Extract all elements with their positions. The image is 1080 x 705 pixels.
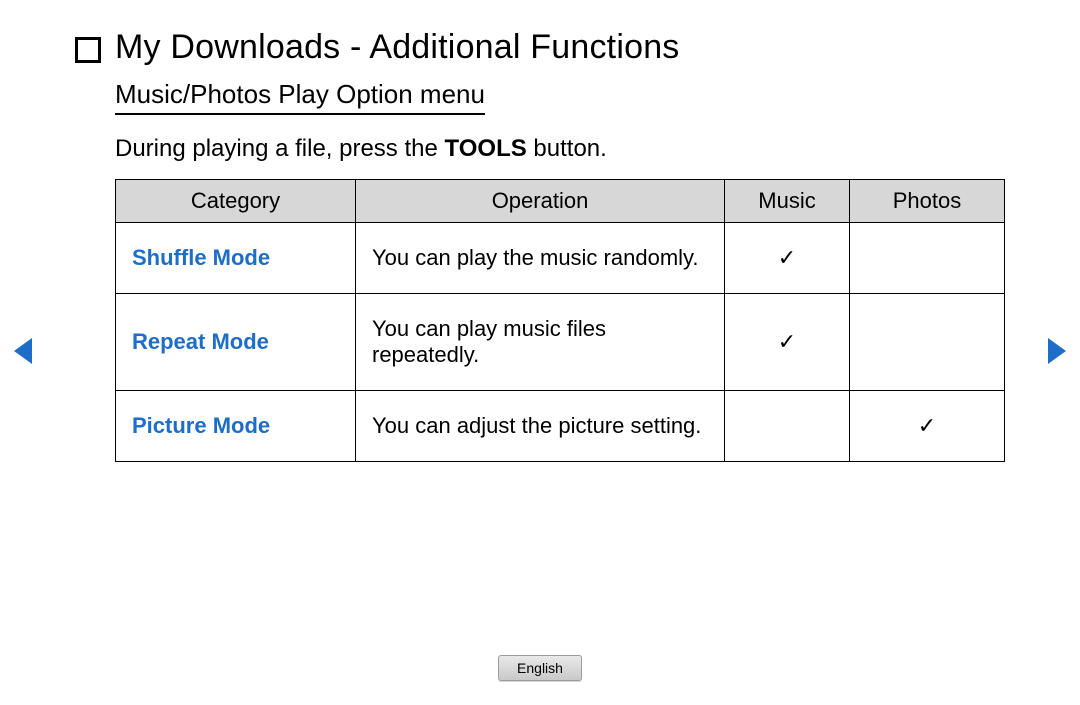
language-badge[interactable]: English	[498, 655, 582, 681]
option-menu-table: Category Operation Music Photos Shuffle …	[115, 179, 1005, 462]
title-row: My Downloads - Additional Functions	[75, 28, 1005, 67]
section-bullet-icon	[75, 37, 101, 63]
table-row: Picture Mode You can adjust the picture …	[116, 391, 1005, 462]
th-category: Category	[116, 180, 356, 223]
category-cell: Picture Mode	[116, 391, 356, 462]
photos-check-cell: ✓	[850, 391, 1005, 462]
table-row: Shuffle Mode You can play the music rand…	[116, 223, 1005, 294]
th-operation: Operation	[356, 180, 725, 223]
music-check-cell	[725, 391, 850, 462]
intro-bold: TOOLS	[445, 135, 527, 162]
next-page-arrow-icon[interactable]	[1048, 338, 1066, 364]
operation-cell: You can play the music randomly.	[356, 223, 725, 294]
music-check-cell: ✓	[725, 294, 850, 391]
table-row: Repeat Mode You can play music files rep…	[116, 294, 1005, 391]
subheading: Music/Photos Play Option menu	[115, 79, 485, 115]
photos-check-cell	[850, 294, 1005, 391]
music-check-cell: ✓	[725, 223, 850, 294]
operation-cell: You can play music files repeatedly.	[356, 294, 725, 391]
operation-cell: You can adjust the picture setting.	[356, 391, 725, 462]
photos-check-cell	[850, 223, 1005, 294]
intro-post: button.	[527, 135, 607, 162]
th-music: Music	[725, 180, 850, 223]
page-title: My Downloads - Additional Functions	[115, 28, 680, 67]
category-cell: Repeat Mode	[116, 294, 356, 391]
intro-pre: During playing a file, press the	[115, 135, 445, 162]
th-photos: Photos	[850, 180, 1005, 223]
category-cell: Shuffle Mode	[116, 223, 356, 294]
table-header-row: Category Operation Music Photos	[116, 180, 1005, 223]
prev-page-arrow-icon[interactable]	[14, 338, 32, 364]
intro-text: During playing a file, press the TOOLS b…	[115, 133, 1005, 165]
